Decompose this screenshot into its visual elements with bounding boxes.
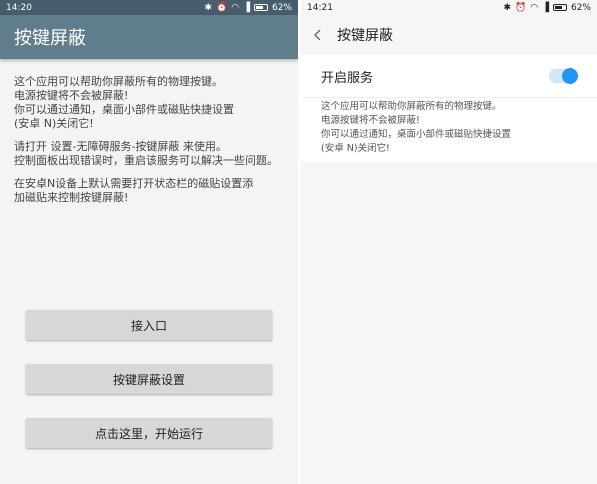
entry-button[interactable]: 接入口 (26, 310, 272, 340)
page-title: 按键屏蔽 (14, 28, 86, 49)
alarm-icon: ⏰ (215, 2, 228, 13)
settings-button[interactable]: 按键屏蔽设置 (26, 364, 272, 394)
status-icons: ✱ ⏰ ◠ ▐ 62% (503, 3, 591, 13)
battery-level: 62% (271, 2, 292, 13)
enable-service-label: 开启服务 (321, 70, 374, 86)
status-bar: 14:21 ✱ ⏰ ◠ ▐ 62% (301, 0, 597, 15)
status-time: 14:21 (307, 2, 333, 13)
enable-service-toggle[interactable] (549, 68, 578, 84)
battery-icon (552, 4, 567, 11)
status-icons: ✱ ⏰ ◠ ▐ 62% (204, 3, 292, 13)
toggle-knob (562, 68, 578, 84)
status-bar: 14:20 ✱ ⏰ ◠ ▐ 62% (0, 0, 298, 15)
battery-level: 62% (570, 2, 591, 13)
right-screen: 14:21 ✱ ⏰ ◠ ▐ 62% 按键屏蔽 开启服务 这个应用可以帮助你屏蔽所… (301, 0, 597, 484)
alarm-icon: ⏰ (514, 2, 527, 13)
description-block: 这个应用可以帮助你屏蔽所有的物理按键。 电源按键将不会被屏蔽! 你可以通过通知，… (0, 59, 298, 205)
start-button[interactable]: 点击这里，开始运行 (26, 418, 272, 448)
bluetooth-icon: ✱ (503, 2, 511, 13)
service-card: 开启服务 这个应用可以帮助你屏蔽所有的物理按键。 电源按键将不会被屏蔽! 你可以… (301, 55, 597, 162)
battery-icon (253, 4, 268, 11)
back-arrow-icon[interactable] (311, 28, 325, 42)
wifi-icon: ◠ (231, 2, 240, 13)
android-n-paragraph: 在安卓N设备上默认需要打开状态栏的磁贴设置添 加磁贴来控制按键屏蔽! (14, 177, 254, 204)
signal-icon: ▐ (243, 2, 250, 13)
settings-header: 按键屏蔽 (301, 15, 597, 55)
app-bar: 按键屏蔽 (0, 15, 298, 59)
enable-service-row[interactable]: 开启服务 (301, 55, 597, 97)
left-screen: 14:20 ✱ ⏰ ◠ ▐ 62% 按键屏蔽 这个应用可以帮助你屏蔽所有的物理按… (0, 0, 298, 484)
instruction-paragraph: 请打开 设置-无障碍服务-按键屏蔽 来使用。 控制面板出现错误时，重启该服务可以… (14, 140, 278, 167)
signal-icon: ▐ (542, 2, 549, 13)
wifi-icon: ◠ (530, 2, 539, 13)
bluetooth-icon: ✱ (204, 2, 212, 13)
page-title: 按键屏蔽 (337, 28, 393, 44)
intro-paragraph: 这个应用可以帮助你屏蔽所有的物理按键。 电源按键将不会被屏蔽! 你可以通过通知，… (14, 75, 234, 130)
status-time: 14:20 (6, 2, 32, 13)
service-description: 这个应用可以帮助你屏蔽所有的物理按键。 电源按键将不会被屏蔽! 你可以通过通知，… (301, 97, 597, 162)
